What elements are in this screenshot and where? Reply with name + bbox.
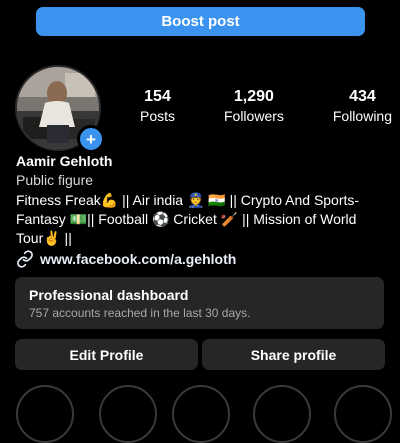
stat-followers[interactable]: 1,290 Followers [224,88,284,125]
link-text: www.facebook.com/a.gehloth [40,251,237,267]
dashboard-subtitle: 757 accounts reached in the last 30 days… [29,306,251,320]
boost-post-button[interactable]: Boost post [36,7,365,36]
profile-stats: 154 Posts 1,290 Followers 434 Following [140,88,392,125]
highlight-item[interactable] [253,385,311,443]
profile-category: Public figure [16,172,94,188]
edit-profile-button[interactable]: Edit Profile [15,339,198,370]
stat-posts[interactable]: 154 Posts [140,88,175,125]
professional-dashboard[interactable]: Professional dashboard 757 accounts reac… [15,277,384,329]
profile-avatar[interactable]: + [15,65,105,153]
stat-label: Followers [223,108,284,124]
highlight-item[interactable] [334,385,392,443]
link-icon [16,250,34,268]
highlight-item[interactable] [172,385,230,443]
highlight-item[interactable] [99,385,157,443]
bio-line: Fantasy 💵|| Football ⚽ Cricket 🏏 || Miss… [16,211,357,227]
add-story-icon[interactable]: + [77,125,105,153]
share-profile-button[interactable]: Share profile [202,339,385,370]
dashboard-title: Professional dashboard [29,287,189,303]
stat-value: 434 [349,88,376,105]
bio-line: Tour✌️ || [16,230,72,246]
stat-label: Following [332,108,392,124]
story-highlights [0,385,400,443]
bio-line: Fitness Freak💪 || Air india 👮 🇮🇳 || Cryp… [16,192,360,208]
stat-label: Posts [140,108,176,124]
stat-value: 1,290 [233,88,274,105]
highlight-item[interactable] [16,385,74,443]
profile-name: Aamir Gehloth [16,153,113,169]
stat-following[interactable]: 434 Following [333,88,392,125]
stat-value: 154 [144,88,171,105]
profile-link[interactable]: www.facebook.com/a.gehloth [16,250,236,268]
profile-bio: Fitness Freak💪 || Air india 👮 🇮🇳 || Cryp… [16,191,386,248]
